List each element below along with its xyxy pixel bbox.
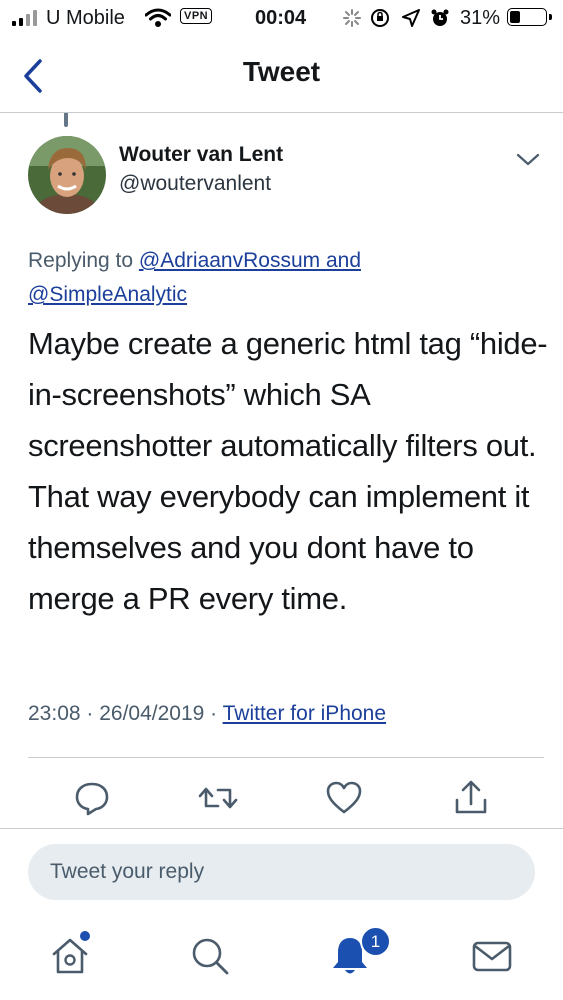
- reply-icon[interactable]: [70, 776, 114, 820]
- battery-icon: [507, 8, 552, 26]
- vpn-badge: VPN: [180, 8, 213, 24]
- reply-input[interactable]: Tweet your reply: [28, 844, 535, 900]
- signal-icon: [12, 10, 42, 26]
- loading-icon: [343, 9, 361, 27]
- replying-prefix: Replying to: [28, 249, 134, 272]
- home-unread-dot: [80, 931, 90, 941]
- avatar[interactable]: [28, 136, 106, 214]
- replying-to: Replying to @AdriaanvRossum and @SimpleA…: [28, 244, 548, 312]
- mention-link-adriaanvrossum[interactable]: @AdriaanvRossum and: [139, 249, 361, 272]
- chevron-down-icon[interactable]: [515, 148, 541, 170]
- retweet-icon[interactable]: [196, 776, 240, 820]
- tweet-actions: [0, 770, 563, 826]
- tweet-text: Maybe create a generic html tag “hide-in…: [28, 326, 548, 616]
- tweet-source-link[interactable]: Twitter for iPhone: [223, 702, 386, 725]
- divider: [28, 757, 544, 758]
- wifi-icon: [145, 8, 171, 27]
- author-name[interactable]: Wouter van Lent: [119, 143, 283, 167]
- location-icon: [402, 9, 420, 27]
- share-icon[interactable]: [449, 776, 493, 820]
- messages-icon[interactable]: [468, 932, 516, 980]
- like-heart-icon[interactable]: [322, 776, 366, 820]
- tweet-meta: 23:08 · 26/04/2019 · Twitter for iPhone: [28, 702, 386, 726]
- author-handle[interactable]: @woutervanlent: [119, 172, 271, 196]
- clock: 00:04: [255, 7, 307, 29]
- thread-connector: [64, 113, 68, 127]
- divider: [0, 828, 563, 829]
- battery-percent: 31%: [460, 7, 501, 29]
- tweet-timestamp: 23:08 · 26/04/2019 ·: [28, 702, 218, 725]
- status-bar: U Mobile VPN 00:04 31%: [0, 0, 563, 38]
- alarm-icon: [431, 9, 449, 26]
- carrier-label: U Mobile: [46, 7, 125, 29]
- rotation-lock-icon: [371, 9, 389, 27]
- mention-link-simpleanalytic[interactable]: @SimpleAnalytic: [28, 283, 187, 306]
- nav-bar: Tweet: [0, 38, 563, 113]
- tab-bar: [0, 912, 563, 1000]
- search-icon[interactable]: [186, 932, 234, 980]
- notifications-badge: 1: [360, 926, 391, 957]
- page-title: Tweet: [242, 56, 321, 87]
